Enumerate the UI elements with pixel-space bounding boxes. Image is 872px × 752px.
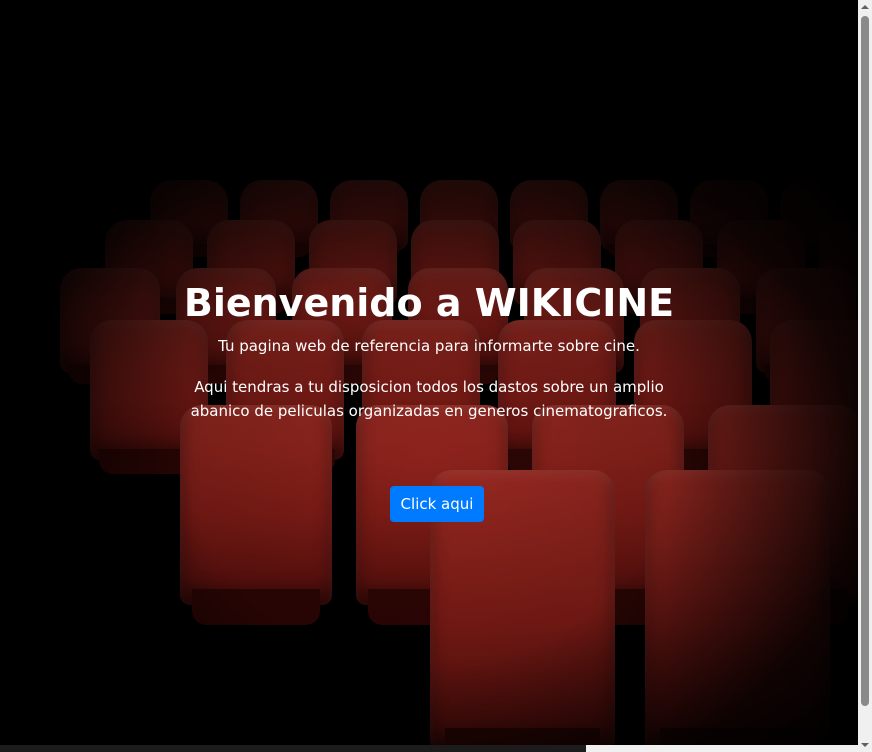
scrollbar-thumb[interactable] xyxy=(861,16,869,706)
scroll-down-icon[interactable] xyxy=(858,738,872,752)
scroll-up-icon[interactable] xyxy=(858,0,872,14)
footer-strip-light xyxy=(586,745,858,752)
footer-strip xyxy=(0,745,858,752)
page-viewport: Bienvenido a WIKICINE Tu pagina web de r… xyxy=(0,0,858,752)
click-here-button[interactable]: Click aqui xyxy=(390,486,484,522)
vertical-scrollbar[interactable] xyxy=(858,0,872,752)
hero-description: Aqui tendras a tu disposicion todos los … xyxy=(190,378,668,420)
page-title: Bienvenido a WIKICINE xyxy=(183,281,675,325)
hero-lead: Tu pagina web de referencia para informa… xyxy=(218,337,640,355)
